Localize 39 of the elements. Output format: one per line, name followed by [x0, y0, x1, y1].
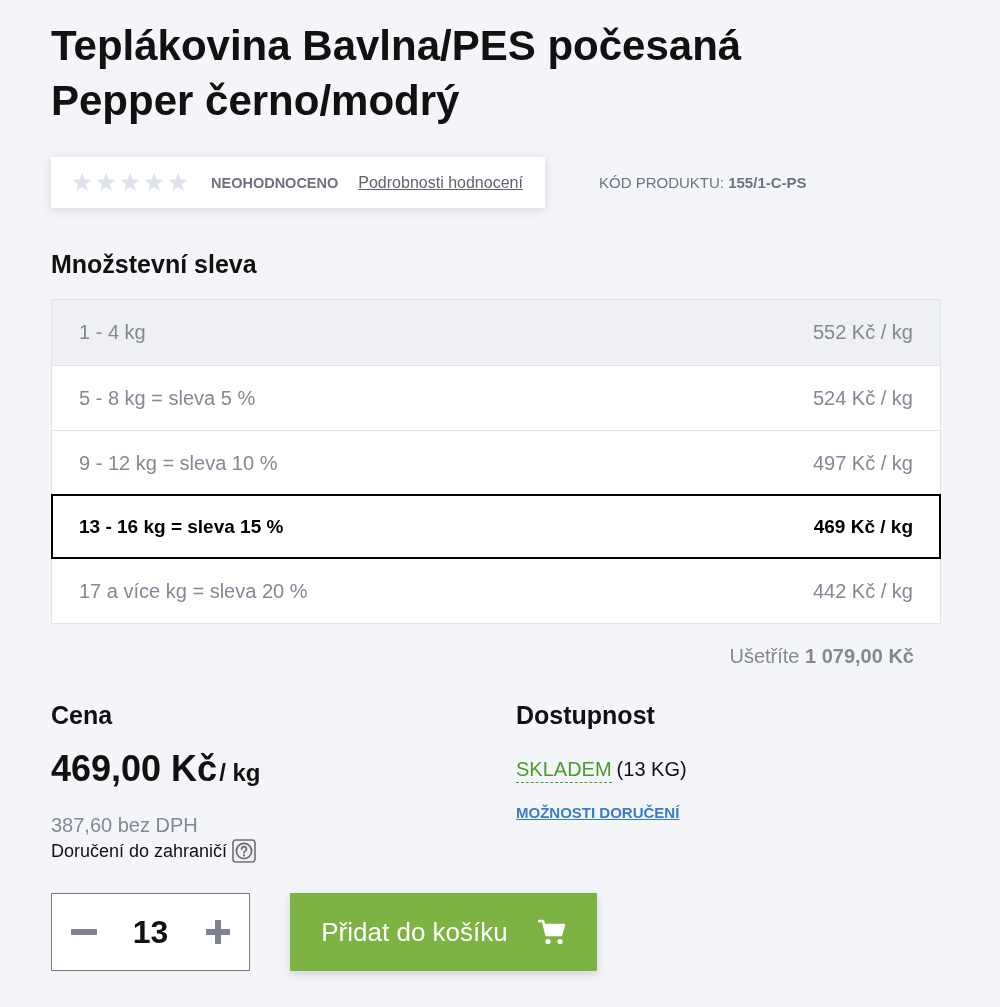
unit-price: 469 Kč / kg [813, 515, 913, 538]
star-icon [168, 173, 188, 192]
star-icon [72, 173, 92, 192]
minus-icon [70, 929, 97, 935]
rating-status: NEOHODNOCENO [211, 174, 339, 191]
stock-status: SKLADEM [516, 755, 612, 783]
savings-text: Ušetříte 1 079,00 Kč [729, 644, 914, 668]
availability-heading: Dostupnost [516, 700, 656, 730]
delivery-options-link[interactable]: MOŽNOSTI DORUČENÍ [516, 804, 680, 821]
quantity-range: 9 - 12 kg = sleva 10 % [79, 451, 278, 475]
stock-quantity: (13 KG) [616, 757, 687, 782]
quantity-range: 5 - 8 kg = sleva 5 % [79, 386, 256, 410]
price-amount: 469,00 Kč [51, 747, 218, 791]
unit-price: 497 Kč / kg [812, 451, 913, 475]
product-title: Teplákovina Bavlna/PES počesaná Pepper černo/modrý [51, 21, 743, 126]
unit-price: 442 Kč / kg [812, 579, 913, 603]
unit-price: 552 Kč / kg [812, 321, 913, 344]
section-heading: Množstevní sleva [51, 249, 258, 279]
plus-icon [204, 919, 231, 945]
shipping-abroad-text: Doručení do zahraničí [51, 840, 228, 863]
quantity-range: 17 a více kg = sleva 20 % [79, 579, 308, 603]
price-without-vat: 387,60 bez DPH [51, 814, 198, 836]
product-code: KÓD PRODUKTU: 155/1-C-PS [599, 174, 807, 191]
star-icon [120, 173, 140, 192]
increase-button[interactable] [204, 918, 231, 946]
rating-details-link[interactable]: Podrobnosti hodnocení [358, 173, 523, 192]
quantity-range: 13 - 16 kg = sleva 15 % [79, 515, 284, 538]
star-icon [96, 173, 116, 192]
cart-icon [537, 919, 566, 945]
star-icon [144, 173, 164, 192]
help-icon[interactable] [232, 839, 257, 863]
price-unit: / kg [219, 758, 261, 788]
add-to-cart-button[interactable]: Přidat do košíku [290, 893, 597, 971]
price-heading: Cena [51, 700, 114, 730]
discount-row[interactable]: 1 - 4 kg 552 Kč / kg [52, 300, 940, 365]
quantity-range: 1 - 4 kg [79, 321, 146, 344]
quantity-field[interactable]: 13 [120, 913, 181, 951]
unit-price: 524 Kč / kg [812, 386, 913, 410]
discount-row[interactable]: 13 - 16 kg = sleva 15 % 469 Kč / kg [51, 494, 941, 559]
